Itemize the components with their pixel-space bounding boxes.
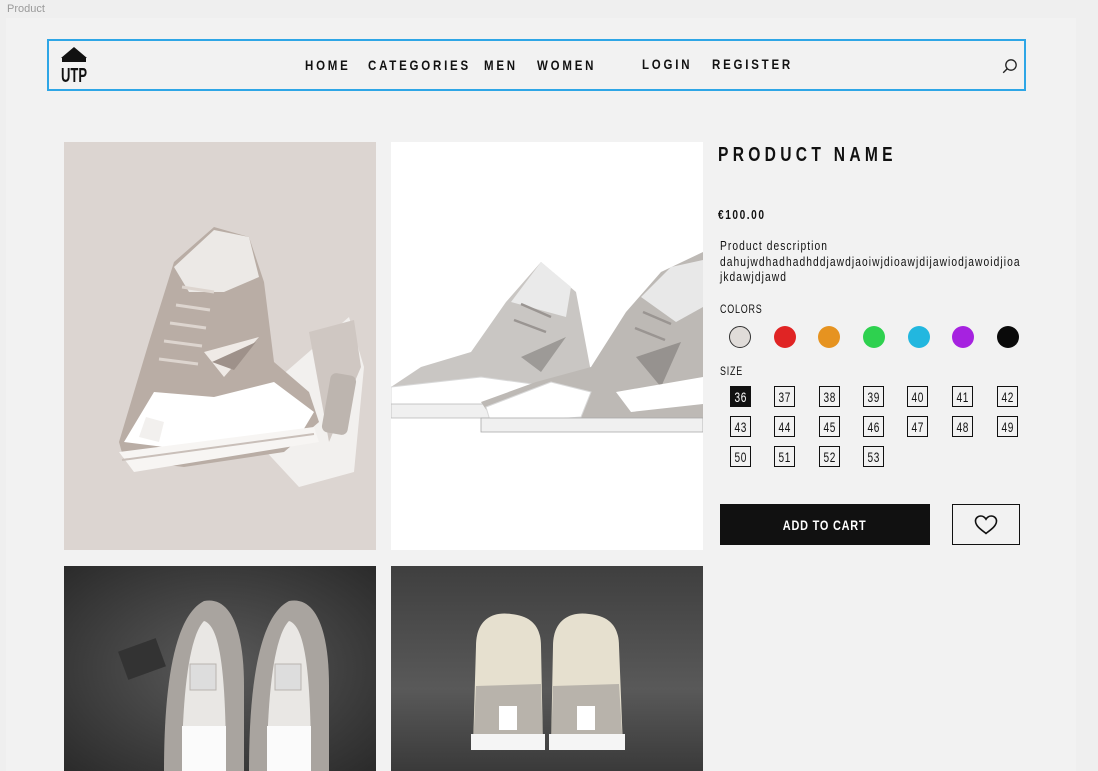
search-icon[interactable] xyxy=(1002,58,1018,74)
size-option[interactable]: 40 xyxy=(907,386,928,407)
product-image-3[interactable] xyxy=(64,566,376,771)
description-label: Product description xyxy=(720,239,828,253)
size-option-label: 46 xyxy=(867,418,880,435)
product-price: €100.00 xyxy=(718,207,766,222)
size-option-label: 52 xyxy=(823,448,836,465)
color-swatch[interactable] xyxy=(908,326,930,348)
size-option[interactable]: 50 xyxy=(730,446,751,467)
add-to-cart-label: ADD TO CART xyxy=(783,516,867,533)
size-option[interactable]: 38 xyxy=(819,386,840,407)
svg-text:UTP: UTP xyxy=(61,65,87,83)
colors-label: COLORS xyxy=(720,304,763,316)
size-option[interactable]: 39 xyxy=(863,386,884,407)
color-swatch[interactable] xyxy=(863,326,885,348)
logo-icon[interactable]: UTP xyxy=(59,47,89,87)
description-line: dahujwdhadhadhddjawdjaoiwjdioawjdijawiod… xyxy=(720,254,1021,269)
size-option[interactable]: 42 xyxy=(997,386,1018,407)
nav-categories[interactable]: CATEGORIES xyxy=(368,57,471,73)
color-swatch[interactable] xyxy=(997,326,1019,348)
size-option[interactable]: 44 xyxy=(774,416,795,437)
size-option-label: 42 xyxy=(1001,388,1014,405)
size-option-label: 38 xyxy=(823,388,836,405)
size-option-label: 48 xyxy=(956,418,969,435)
size-option[interactable]: 52 xyxy=(819,446,840,467)
size-option-label: 49 xyxy=(1001,418,1014,435)
size-option[interactable]: 51 xyxy=(774,446,795,467)
color-swatch[interactable] xyxy=(774,326,796,348)
size-option[interactable]: 37 xyxy=(774,386,795,407)
wishlist-button[interactable] xyxy=(952,504,1020,545)
size-option-label: 45 xyxy=(823,418,836,435)
size-option[interactable]: 45 xyxy=(819,416,840,437)
size-option[interactable]: 49 xyxy=(997,416,1018,437)
size-option-label: 47 xyxy=(911,418,924,435)
nav-register[interactable]: REGISTER xyxy=(712,56,793,72)
size-option-label: 37 xyxy=(778,388,791,405)
color-swatch[interactable] xyxy=(818,326,840,348)
size-option[interactable]: 41 xyxy=(952,386,973,407)
size-option-label: 53 xyxy=(867,448,880,465)
size-option[interactable]: 53 xyxy=(863,446,884,467)
description-line: jkdawjdjawd xyxy=(720,270,787,284)
heart-icon xyxy=(974,514,998,535)
product-page: UTP HOME CATEGORIES MEN WOMEN LOGIN REGI… xyxy=(6,18,1076,771)
size-option-label: 44 xyxy=(778,418,791,435)
nav-men[interactable]: MEN xyxy=(484,57,518,73)
size-option[interactable]: 47 xyxy=(907,416,928,437)
size-option[interactable]: 43 xyxy=(730,416,751,437)
nav-home[interactable]: HOME xyxy=(305,57,351,73)
product-name: PRODUCT NAME xyxy=(718,144,897,166)
frame-label: Product xyxy=(7,3,45,15)
size-option-label: 43 xyxy=(734,418,747,435)
add-to-cart-button[interactable]: ADD TO CART xyxy=(720,504,930,545)
size-option-label: 36 xyxy=(734,388,747,405)
navbar: UTP HOME CATEGORIES MEN WOMEN LOGIN REGI… xyxy=(47,39,1026,91)
size-option-label: 51 xyxy=(778,448,791,465)
nav-login[interactable]: LOGIN xyxy=(642,56,692,72)
size-option[interactable]: 46 xyxy=(863,416,884,437)
size-option[interactable]: 36 xyxy=(730,386,751,407)
size-option-label: 39 xyxy=(867,388,880,405)
size-label: SIZE xyxy=(720,366,744,378)
color-swatch[interactable] xyxy=(729,326,751,348)
product-image-4[interactable] xyxy=(391,566,703,771)
nav-women[interactable]: WOMEN xyxy=(537,57,596,73)
size-option[interactable]: 48 xyxy=(952,416,973,437)
product-image-2[interactable] xyxy=(391,142,703,550)
size-option-label: 50 xyxy=(734,448,747,465)
product-image-1[interactable] xyxy=(64,142,376,550)
size-option-label: 40 xyxy=(911,388,924,405)
product-description: Product description dahujwdhadhadhddjawd… xyxy=(720,239,1021,286)
color-swatch[interactable] xyxy=(952,326,974,348)
size-option-label: 41 xyxy=(956,388,969,405)
